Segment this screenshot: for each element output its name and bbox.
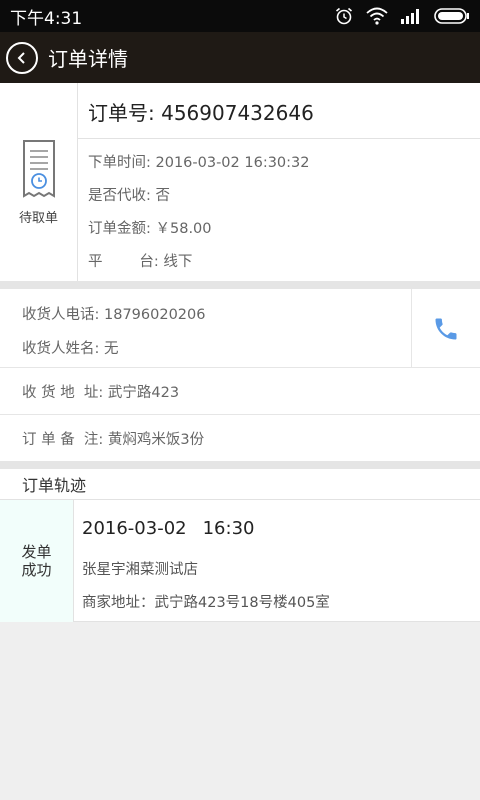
receiver-phone: 收货人电话: 18796020206 bbox=[22, 307, 206, 323]
alarm-icon bbox=[335, 7, 353, 25]
order-status-panel: 待取单 bbox=[0, 83, 78, 281]
track-time: 16:30 bbox=[202, 518, 255, 539]
receiver-section: 收货人电话: 18796020206 收货人姓名: 无 收 货 地 址: 武宁路… bbox=[0, 289, 480, 461]
track-status: 发单成功 bbox=[21, 543, 52, 579]
order-cod: 是否代收: 否 bbox=[88, 188, 170, 204]
order-status: 待取单 bbox=[18, 210, 58, 226]
track-item: 发单成功 2016-03-02 16:30 张星宇湘菜测试店 商家地址：武宁路42… bbox=[0, 500, 480, 622]
section-gap bbox=[0, 281, 480, 289]
page-title: 订单详情 bbox=[48, 47, 128, 71]
section-gap bbox=[0, 461, 480, 469]
chevron-left-icon bbox=[17, 51, 25, 64]
order-note: 订 单 备 注: 黄焖鸡米饭3份 bbox=[22, 431, 205, 448]
title-bar: 订单详情 bbox=[0, 32, 480, 83]
track-status-panel: 发单成功 bbox=[0, 500, 74, 622]
receipt-clock-icon bbox=[22, 139, 55, 198]
wifi-icon bbox=[366, 7, 388, 25]
order-number: 订单号: 456907432646 bbox=[88, 101, 314, 125]
order-time: 下单时间: 2016-03-02 16:30:32 bbox=[88, 155, 310, 171]
call-button[interactable] bbox=[411, 289, 480, 368]
receiver-address: 收 货 地 址: 武宁路423 bbox=[0, 369, 480, 415]
receiver-name: 收货人姓名: 无 bbox=[22, 341, 119, 357]
receiver-contact: 收货人电话: 18796020206 收货人姓名: 无 bbox=[0, 289, 480, 368]
divider bbox=[78, 138, 480, 139]
order-amount: 订单金额: ￥58.00 bbox=[88, 221, 212, 237]
back-button[interactable] bbox=[6, 41, 38, 74]
battery-icon bbox=[434, 8, 469, 24]
track-datetime: 2016-03-02 16:30 bbox=[82, 518, 254, 539]
track-header: 订单轨迹 bbox=[0, 469, 480, 500]
track-date: 2016-03-02 bbox=[82, 518, 187, 539]
track-store-address: 商家地址：武宁路423号18号楼405室 bbox=[82, 595, 330, 611]
status-bar: 下午4:31 bbox=[0, 0, 480, 32]
track-store: 张星宇湘菜测试店 bbox=[82, 562, 198, 578]
order-platform: 平 台: 线下 bbox=[88, 254, 193, 270]
signal-icon bbox=[401, 9, 419, 24]
phone-icon bbox=[435, 318, 457, 339]
status-icons bbox=[334, 6, 470, 26]
status-time: 下午4:31 bbox=[10, 8, 83, 29]
order-card: 待取单 订单号: 456907432646 下单时间: 2016-03-02 1… bbox=[0, 83, 480, 281]
